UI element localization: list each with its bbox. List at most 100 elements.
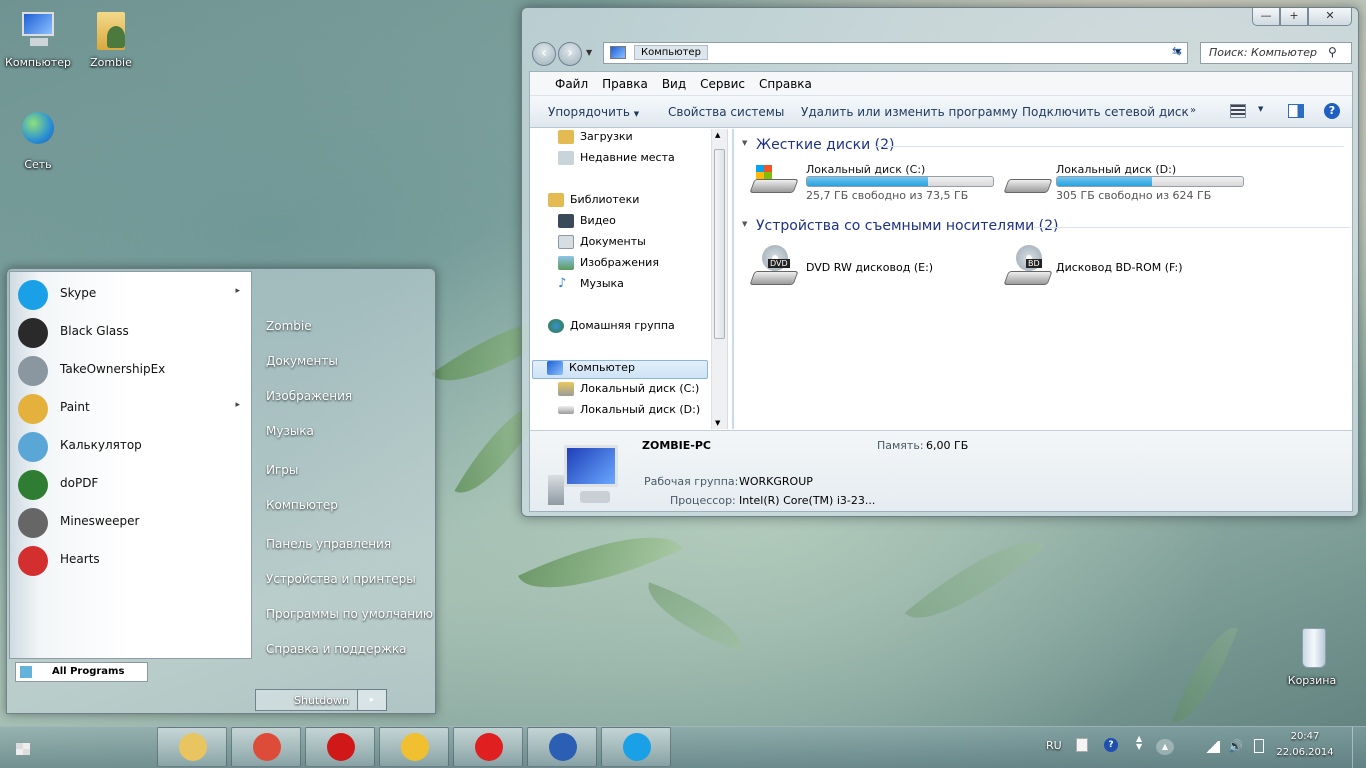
drive-usage-bar — [1056, 176, 1244, 187]
start-place-item[interactable]: Компьютер — [266, 498, 338, 512]
back-button[interactable]: ‹ — [532, 42, 556, 66]
nav-recent-places[interactable]: Недавние места — [558, 151, 675, 170]
taskbar-chrome-button[interactable] — [231, 727, 301, 767]
nav-libraries[interactable]: Библиотеки — [548, 193, 639, 212]
battery-icon[interactable] — [1254, 739, 1264, 753]
network-globe-icon — [16, 110, 60, 154]
taskbar-opera-button[interactable] — [305, 727, 375, 767]
close-button[interactable]: ✕ — [1308, 8, 1352, 26]
more-commands-icon[interactable]: » — [1190, 105, 1196, 116]
bd-badge: BD — [1026, 259, 1042, 268]
nav-downloads[interactable]: Загрузки — [558, 130, 633, 149]
taskbar-word-button[interactable] — [527, 727, 597, 767]
start-program-item[interactable]: Калькулятор — [16, 428, 248, 464]
map-network-drive-button[interactable]: Подключить сетевой диск — [1022, 105, 1189, 119]
desktop-icon-recycle-bin[interactable]: Корзина — [1274, 626, 1350, 687]
shutdown-options-icon[interactable]: ▸ — [357, 689, 387, 711]
scroll-thumb[interactable] — [714, 149, 725, 339]
view-options-icon[interactable] — [1230, 104, 1246, 118]
drive-d-item[interactable]: Локальный диск (D:) 305 ГБ свободно из 6… — [1003, 163, 1254, 203]
bd-drive-item[interactable]: BD Дисковод BD-ROM (F:) — [1003, 245, 1244, 289]
wallpaper-leaf — [637, 582, 753, 652]
show-hidden-icons-button[interactable]: ▲ — [1156, 739, 1174, 755]
refresh-button[interactable]: ⇆ — [1168, 44, 1186, 62]
nav-scrollbar[interactable]: ▲ ▼ — [711, 129, 727, 429]
language-indicator[interactable]: RU — [1046, 739, 1062, 752]
menu-help[interactable]: Справка — [752, 72, 819, 95]
nav-label: Документы — [580, 235, 646, 248]
clock-date: 22.06.2014 — [1276, 747, 1334, 758]
address-bar[interactable]: Компьютер ▼ — [603, 42, 1188, 64]
start-program-item[interactable]: Black Glass — [16, 314, 248, 350]
nav-drive-d[interactable]: Локальный диск (D:) — [558, 403, 700, 422]
dvd-drive-item[interactable]: DVD DVD RW дисковод (E:) — [749, 245, 990, 289]
pdf-tray-icon[interactable] — [1076, 738, 1088, 752]
nav-pictures[interactable]: Изображения — [558, 256, 659, 275]
start-place-item[interactable]: Справка и поддержка — [266, 642, 407, 656]
start-program-item[interactable]: Paint ▸ — [16, 390, 248, 426]
submenu-arrow-icon[interactable]: ▸ — [235, 286, 240, 296]
preview-pane-icon[interactable] — [1288, 104, 1304, 118]
nav-homegroup[interactable]: Домашняя группа — [548, 319, 675, 338]
taskbar-skype-button[interactable] — [601, 727, 671, 767]
start-place-item[interactable]: Программы по умолчанию — [266, 607, 433, 621]
network-signal-icon[interactable] — [1204, 741, 1220, 753]
breadcrumb[interactable]: Компьютер — [634, 45, 708, 60]
nav-video[interactable]: Видео — [558, 214, 616, 233]
start-button[interactable] — [8, 739, 38, 761]
menu-tools[interactable]: Сервис — [693, 72, 752, 95]
forward-button[interactable]: › — [558, 42, 582, 66]
desktop-icon-zombie[interactable]: Zombie — [73, 8, 149, 69]
scroll-up-icon[interactable]: ▲ — [715, 131, 720, 139]
program-label: TakeOwnershipEx — [60, 362, 166, 376]
taskbar-explorer-button[interactable] — [157, 727, 227, 767]
taskbar-yandex-button[interactable] — [453, 727, 523, 767]
minimize-button[interactable]: — — [1252, 8, 1280, 26]
help-tray-icon[interactable]: ? — [1104, 738, 1118, 752]
start-program-item[interactable]: doPDF — [16, 466, 248, 502]
group-header-hard-disks[interactable]: Жесткие диски (2) — [756, 137, 894, 153]
show-desktop-button[interactable] — [1352, 727, 1366, 768]
start-place-item[interactable]: Zombie — [266, 319, 312, 333]
start-place-item[interactable]: Музыка — [266, 424, 314, 438]
view-dropdown-icon[interactable]: ▼ — [1258, 105, 1263, 113]
nav-drive-c[interactable]: Локальный диск (C:) — [558, 382, 699, 401]
menu-bar: Файл Правка Вид Сервис Справка — [530, 72, 1352, 96]
all-programs-button[interactable]: All Programs — [15, 662, 148, 682]
menu-file[interactable]: Файл — [548, 72, 595, 95]
start-program-item[interactable]: Minesweeper — [16, 504, 248, 540]
nav-computer[interactable]: Компьютер — [532, 360, 708, 379]
system-properties-button[interactable]: Свойства системы — [668, 105, 784, 119]
start-place-item[interactable]: Изображения — [266, 389, 352, 403]
search-icon[interactable]: ⚲ — [1328, 45, 1337, 59]
tray-arrows-icon[interactable]: ▲ ▼ — [1136, 735, 1142, 751]
nav-documents[interactable]: Документы — [558, 235, 646, 254]
start-programs-list: Skype ▸ Black Glass TakeOwnershipEx Paint ▸ Ка… — [9, 271, 252, 659]
nav-music[interactable]: ♪ Музыка — [558, 277, 624, 296]
start-place-item[interactable]: Игры — [266, 463, 298, 477]
maximize-button[interactable]: + — [1280, 8, 1308, 26]
collapse-hdd-icon[interactable]: ▼ — [742, 139, 747, 147]
group-header-removable[interactable]: Устройства со съемными носителями (2) — [756, 218, 1058, 234]
taskbar-paint-button[interactable] — [379, 727, 449, 767]
start-program-item[interactable]: Hearts — [16, 542, 248, 578]
start-place-item[interactable]: Устройства и принтеры — [266, 572, 416, 586]
desktop-icon-computer[interactable]: Компьютер — [0, 8, 76, 69]
start-place-item[interactable]: Документы — [266, 354, 338, 368]
scroll-down-icon[interactable]: ▼ — [715, 419, 720, 427]
menu-view[interactable]: Вид — [655, 72, 693, 95]
clock[interactable]: 20:47 22.06.2014 — [1272, 729, 1338, 761]
organize-button[interactable]: Упорядочить ▼ — [548, 105, 639, 119]
start-place-item[interactable]: Панель управления — [266, 537, 391, 551]
volume-icon[interactable]: 🔊 — [1228, 739, 1243, 753]
drive-c-item[interactable]: Локальный диск (C:) 25,7 ГБ свободно из … — [749, 163, 1000, 203]
submenu-arrow-icon[interactable]: ▸ — [235, 400, 240, 410]
menu-edit[interactable]: Правка — [595, 72, 655, 95]
help-icon[interactable]: ? — [1324, 103, 1340, 119]
start-program-item[interactable]: TakeOwnershipEx — [16, 352, 248, 388]
collapse-removable-icon[interactable]: ▼ — [742, 220, 747, 228]
desktop-icon-network[interactable]: Сеть — [0, 110, 76, 171]
start-program-item[interactable]: Skype ▸ — [16, 276, 248, 312]
history-dropdown-icon[interactable]: ▼ — [586, 48, 592, 57]
uninstall-program-button[interactable]: Удалить или изменить программу — [801, 105, 1018, 119]
